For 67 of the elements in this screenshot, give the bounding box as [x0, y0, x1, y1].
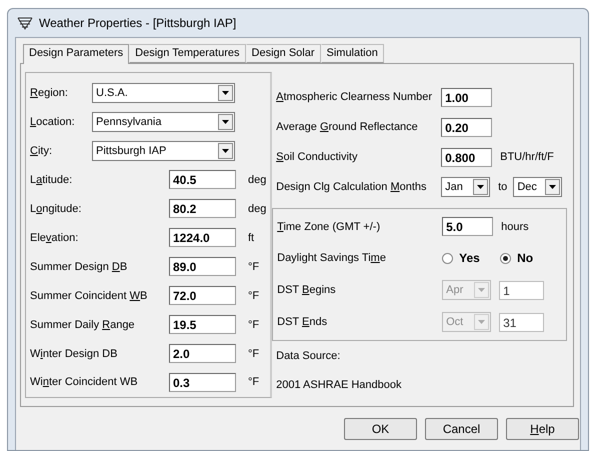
- dialog-button[interactable]: OK: [344, 418, 417, 440]
- caret-icon: [222, 120, 229, 124]
- tab[interactable]: Design Parameters: [23, 44, 130, 64]
- radio-option[interactable]: No: [500, 251, 558, 265]
- field-label: Summer Design DB: [30, 260, 128, 273]
- field-label: Latitude:: [30, 174, 74, 186]
- field-label: Elevation:: [30, 232, 80, 244]
- field-label: Atmospheric Clearness Number: [276, 91, 434, 103]
- input-field[interactable]: 2.0: [169, 344, 236, 363]
- input-field[interactable]: 89.0: [169, 257, 236, 276]
- tab[interactable]: Design Temperatures: [129, 44, 246, 63]
- input-field[interactable]: 1224.0: [169, 228, 236, 248]
- range-label: to: [498, 181, 508, 193]
- input-field[interactable]: 19.5: [169, 315, 236, 334]
- caret-icon: [549, 185, 556, 189]
- dialog-button[interactable]: Help: [506, 418, 579, 440]
- dialog-button[interactable]: Cancel: [425, 418, 498, 440]
- caret-icon: [478, 288, 486, 292]
- input-field[interactable]: 5.0: [442, 217, 494, 236]
- caret-icon: [477, 185, 484, 189]
- field-label: DST Ends: [277, 316, 328, 328]
- field-label: Winter Coincident WB: [30, 376, 139, 388]
- dropdown[interactable]: Pennsylvania: [92, 112, 235, 132]
- caret-icon: [478, 320, 486, 324]
- unit-label: °F: [248, 290, 260, 302]
- unit-label: BTU/hr/ft/F: [500, 151, 554, 163]
- input-field[interactable]: 72.0: [169, 286, 236, 306]
- unit-label: ft: [248, 232, 254, 244]
- dropdown[interactable]: Pittsburgh IAP: [92, 140, 235, 161]
- field-label: City:: [30, 144, 54, 157]
- field-label: Location:: [30, 116, 76, 128]
- radio-option[interactable]: Yes: [442, 251, 500, 265]
- source-label: Data Source:: [276, 350, 340, 362]
- caret-icon: [222, 148, 229, 153]
- app-icon: [17, 16, 33, 30]
- field-label: Longitude:: [30, 202, 82, 215]
- field-label: DST Begins: [277, 284, 337, 296]
- field-label: Winter Design DB: [30, 348, 118, 360]
- unit-label: °F: [248, 348, 260, 360]
- unit-label: deg: [248, 174, 266, 186]
- unit-label: °F: [248, 260, 260, 273]
- input-field[interactable]: 0.3: [169, 372, 236, 392]
- input-field[interactable]: 0.20: [441, 118, 492, 136]
- caret-icon: [222, 91, 229, 96]
- field-label: Summer Coincident WB: [30, 290, 148, 302]
- input-field[interactable]: 80.2: [169, 199, 236, 218]
- field-label: Design Clg Calculation Months: [276, 181, 428, 193]
- input-field[interactable]: 1.00: [441, 88, 492, 106]
- field-label: Average Ground Reflectance: [276, 121, 419, 133]
- tab[interactable]: Simulation: [320, 44, 384, 63]
- unit-label: hours: [501, 220, 529, 232]
- field-label: Soil Conductivity: [276, 151, 358, 163]
- input-field[interactable]: 40.5: [169, 170, 236, 190]
- dropdown[interactable]: Dec: [513, 177, 562, 197]
- field-label: Region:: [30, 87, 69, 100]
- source-text: 2001 ASHRAE Handbook: [276, 379, 402, 391]
- field-label: Daylight Savings Time: [277, 252, 387, 264]
- tab[interactable]: Design Solar: [246, 44, 320, 63]
- dropdown[interactable]: Jan: [441, 177, 490, 197]
- window-title: Weather Properties - [Pittsburgh IAP]: [39, 16, 236, 30]
- unit-label: deg: [248, 202, 266, 215]
- field-label: Summer Daily Range: [30, 318, 136, 331]
- unit-label: °F: [248, 376, 260, 388]
- unit-label: °F: [248, 318, 260, 331]
- field-label: Time Zone (GMT +/-): [277, 220, 382, 232]
- input-field[interactable]: 0.800: [441, 148, 492, 166]
- dropdown[interactable]: U.S.A.: [92, 83, 235, 104]
